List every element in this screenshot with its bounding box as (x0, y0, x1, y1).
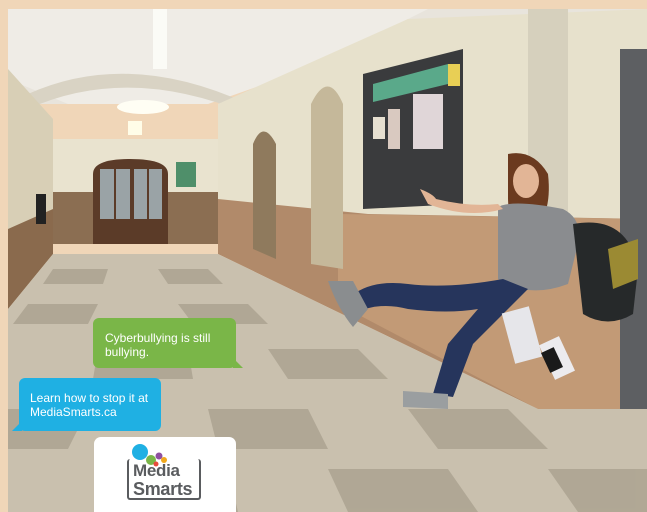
pendant-light-icon (117, 100, 169, 114)
chat-bubble-blue: Learn how to stop it at MediaSmarts.ca (12, 378, 161, 431)
logo-word-smarts: Smarts (133, 479, 193, 499)
ceiling-light-icon (153, 9, 167, 69)
ad-frame: Cyberbullying is still bullying. Learn h… (0, 0, 647, 512)
bubble-text: Cyberbullying is still bullying. (105, 331, 211, 359)
side-door (620, 49, 647, 409)
logo-word-media: Media (133, 461, 180, 480)
bubble-text: Learn how to stop it at MediaSmarts.ca (30, 391, 149, 419)
bubble-tail (233, 358, 243, 368)
mediasmarts-logo[interactable]: Media Smarts (94, 437, 236, 512)
chat-bubble-green: Cyberbullying is still bullying. (93, 318, 243, 368)
bubble-tail (12, 421, 22, 431)
